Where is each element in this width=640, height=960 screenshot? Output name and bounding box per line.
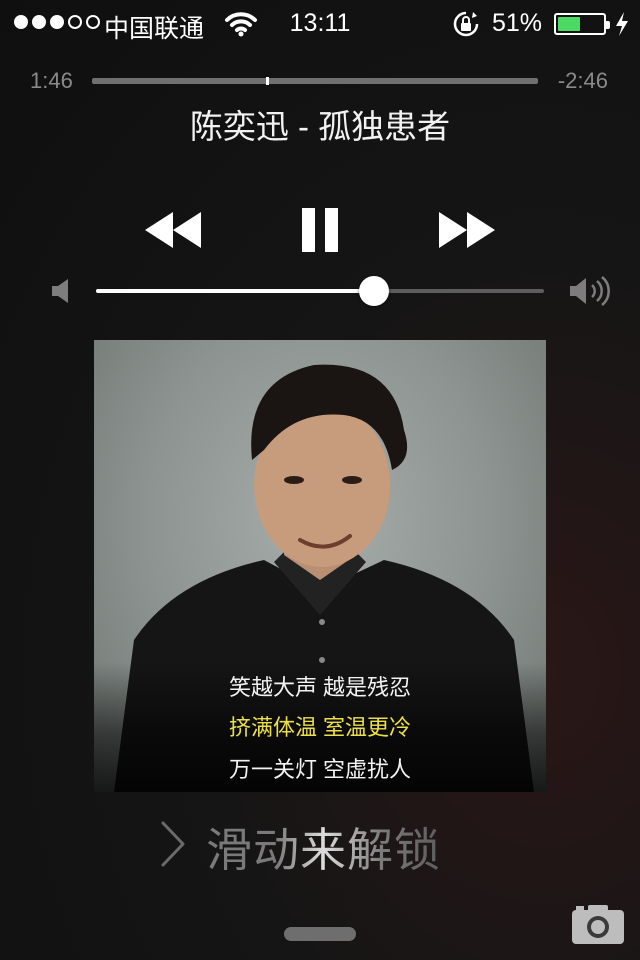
pause-icon[interactable] — [300, 208, 340, 252]
lyric-line-current: 挤满体温 室温更冷 — [228, 715, 412, 740]
lyric-line: 万一关灯 空虚扰人 — [228, 757, 412, 782]
lyric-line: 笑越大声 越是残忍 — [228, 675, 412, 700]
volume-knob[interactable] — [358, 276, 389, 306]
chevron-right-icon[interactable] — [160, 820, 186, 868]
remaining-time: -2:46 — [557, 68, 608, 93]
camera-icon[interactable] — [570, 902, 626, 946]
speaker-high-icon — [570, 276, 610, 306]
charging-bolt-icon — [616, 12, 628, 36]
volume-level-fill — [96, 289, 374, 293]
battery-icon — [554, 13, 610, 35]
control-center-grabber[interactable] — [284, 927, 356, 941]
battery-terminal — [606, 21, 610, 29]
song-title: 陈奕迅 - 孤独患者 — [189, 108, 451, 145]
rotation-lock-icon — [453, 11, 479, 37]
playhead-marker[interactable] — [265, 77, 269, 85]
elapsed-time: 1:46 — [30, 68, 73, 93]
fast-forward-icon[interactable] — [438, 208, 496, 252]
speaker-low-icon — [52, 279, 68, 303]
status-time: 13:11 — [289, 9, 351, 37]
status-bar: 中国联通 13:11 51% — [0, 0, 640, 48]
volume-slider[interactable] — [96, 276, 544, 306]
battery-level-fill — [558, 17, 581, 31]
rewind-icon[interactable] — [144, 208, 202, 252]
album-artwork: 笑越大声 越是残忍 挤满体温 室温更冷 万一关灯 空虚扰人 — [94, 340, 546, 792]
slide-to-unlock-label[interactable]: 滑动来解锁 — [206, 814, 441, 880]
playback-scrubber[interactable] — [92, 77, 538, 85]
battery-percent: 51% — [492, 9, 543, 37]
